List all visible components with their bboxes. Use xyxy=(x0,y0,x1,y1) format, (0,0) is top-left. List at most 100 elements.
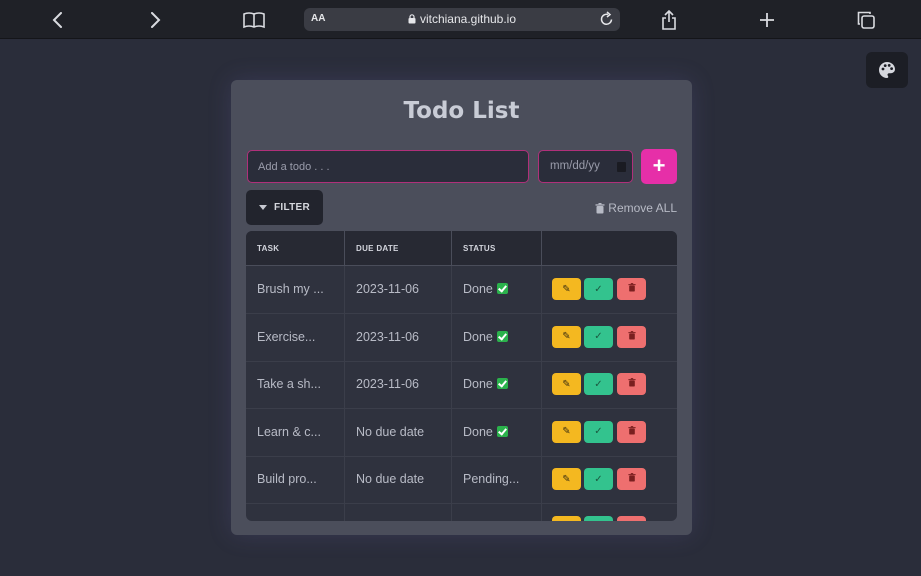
header-actions xyxy=(542,231,677,266)
delete-button[interactable] xyxy=(617,515,646,521)
due-date-cell: No due date xyxy=(345,408,452,457)
edit-button[interactable]: ✎ xyxy=(552,278,581,300)
table-row: Take a sh... 2023-11-06 Done ✎ ✓ xyxy=(246,361,677,409)
tabs-icon[interactable] xyxy=(854,8,878,32)
pencil-icon: ✎ xyxy=(562,426,571,437)
task-cell: Learn & c... xyxy=(246,408,345,457)
pencil-icon: ✎ xyxy=(562,283,571,295)
task-cell-text: Learn & c... xyxy=(257,424,321,439)
todo-card: Todo List mm/dd/yy + FILTER Remove ALL T… xyxy=(231,80,692,535)
check-icon: ✓ xyxy=(594,331,603,342)
table-row: Build pro... No due date Pending... ✎ ✓ xyxy=(246,456,677,504)
header-status: STATUS xyxy=(452,231,542,266)
browser-toolbar: AA vitchiana.github.io xyxy=(0,0,921,39)
check-icon: ✓ xyxy=(594,473,603,485)
lock-icon xyxy=(408,14,416,24)
delete-button[interactable] xyxy=(617,325,646,348)
due-date-cell-text: 2023-11-06 xyxy=(356,377,420,391)
due-date-cell-text: No due date xyxy=(356,424,425,439)
task-cell-text: Exercise... xyxy=(257,329,316,344)
edit-button[interactable]: ✎ xyxy=(552,515,581,521)
page-title: Todo List xyxy=(403,98,520,124)
delete-button[interactable] xyxy=(617,373,646,395)
status-cell-text: Done xyxy=(463,377,493,391)
due-date-cell xyxy=(345,503,452,521)
date-placeholder: mm/dd/yy xyxy=(550,160,600,172)
delete-button[interactable] xyxy=(617,420,646,443)
complete-button[interactable]: ✓ xyxy=(584,325,613,348)
due-date-cell: 2023-11-06 xyxy=(345,361,452,409)
due-date-cell-text: No due date xyxy=(356,472,425,486)
complete-button[interactable]: ✓ xyxy=(584,420,613,443)
todo-table: TASK DUE DATE STATUS Brush my ... 2023-11… xyxy=(246,231,677,521)
status-cell-text: Done xyxy=(463,424,493,439)
new-tab-icon[interactable] xyxy=(755,8,779,32)
share-icon[interactable] xyxy=(657,8,681,32)
calendar-icon[interactable] xyxy=(617,162,626,172)
check-icon: ✓ xyxy=(594,378,603,390)
edit-button[interactable]: ✎ xyxy=(552,468,581,490)
table-row: Exercise... 2023-11-06 Done ✎ ✓ xyxy=(246,313,677,362)
pencil-icon: ✎ xyxy=(562,378,571,390)
trash-icon xyxy=(628,520,636,521)
pencil-icon: ✎ xyxy=(562,473,571,485)
task-cell: Take a sh... xyxy=(246,361,345,409)
task-cell: Brush my ... xyxy=(246,266,345,314)
check-mark-icon xyxy=(496,378,508,389)
back-icon[interactable] xyxy=(46,8,70,32)
filter-label: FILTER xyxy=(274,202,311,213)
delete-button[interactable] xyxy=(617,468,646,490)
check-mark-icon xyxy=(496,283,508,294)
status-cell: Done xyxy=(452,408,542,457)
task-cell xyxy=(246,503,345,521)
bookmarks-icon[interactable] xyxy=(242,8,266,32)
check-mark-icon xyxy=(496,425,508,437)
header-task: TASK xyxy=(246,231,345,266)
address-bar[interactable]: AA vitchiana.github.io xyxy=(304,8,620,31)
trash-icon xyxy=(627,283,636,295)
theme-toggle-button[interactable] xyxy=(866,52,908,88)
status-cell-text: Pending... xyxy=(463,472,520,486)
status-cell xyxy=(452,503,542,521)
task-cell-text: Brush my ... xyxy=(257,282,324,296)
task-cell-text: Build pro... xyxy=(257,472,317,486)
caret-down-icon xyxy=(259,205,267,210)
task-cell: Build pro... xyxy=(246,456,345,504)
trash-icon xyxy=(627,473,636,485)
delete-button[interactable] xyxy=(617,278,646,300)
check-icon: ✓ xyxy=(594,283,603,295)
edit-button[interactable]: ✎ xyxy=(552,373,581,395)
due-date-cell: No due date xyxy=(345,456,452,504)
remove-all-button[interactable]: Remove ALL xyxy=(595,201,677,215)
complete-button[interactable]: ✓ xyxy=(584,515,613,521)
trash-icon xyxy=(627,378,636,390)
complete-button[interactable]: ✓ xyxy=(584,373,613,395)
forward-icon[interactable] xyxy=(143,8,167,32)
todo-input[interactable] xyxy=(247,150,529,183)
complete-button[interactable]: ✓ xyxy=(584,468,613,490)
pencil-icon: ✎ xyxy=(562,331,571,342)
remove-all-label: Remove ALL xyxy=(608,201,677,215)
reload-icon[interactable] xyxy=(599,11,614,27)
trash-icon xyxy=(627,425,636,438)
due-date-cell-text: 2023-11-06 xyxy=(356,282,420,296)
table-header: TASK DUE DATE STATUS xyxy=(246,231,677,266)
status-cell: Done xyxy=(452,266,542,314)
task-cell-text: Take a sh... xyxy=(257,377,321,391)
due-date-input[interactable]: mm/dd/yy xyxy=(538,150,633,183)
status-cell: Done xyxy=(452,313,542,362)
complete-button[interactable]: ✓ xyxy=(584,278,613,300)
add-todo-button[interactable]: + xyxy=(641,149,677,184)
url-text: vitchiana.github.io xyxy=(419,12,517,26)
edit-button[interactable]: ✎ xyxy=(552,420,581,443)
status-cell-text: Done xyxy=(463,329,493,344)
check-icon: ✓ xyxy=(594,426,603,437)
trash-icon xyxy=(627,330,636,343)
due-date-cell: 2023-11-06 xyxy=(345,313,452,362)
palette-icon xyxy=(879,62,895,78)
table-row: ✎✓ xyxy=(246,503,677,521)
edit-button[interactable]: ✎ xyxy=(552,325,581,348)
table-row: Learn & c... No due date Done ✎ ✓ xyxy=(246,408,677,457)
header-due-date: DUE DATE xyxy=(345,231,452,266)
filter-button[interactable]: FILTER xyxy=(246,190,323,225)
